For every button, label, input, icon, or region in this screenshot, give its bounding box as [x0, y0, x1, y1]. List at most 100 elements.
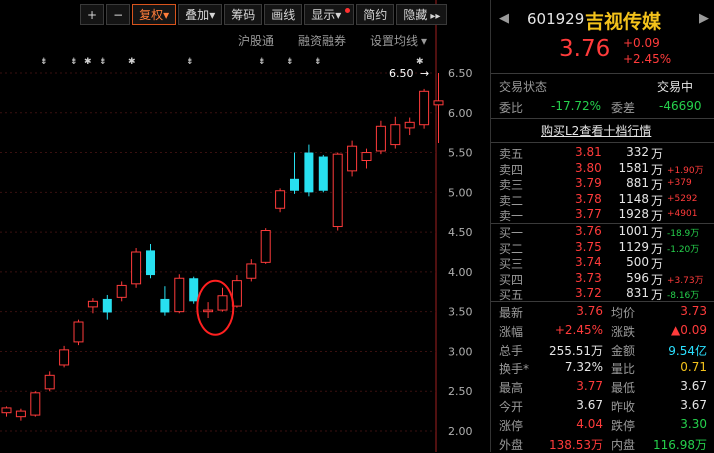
- candle-body: [304, 152, 314, 193]
- candle-body: [146, 250, 155, 276]
- prev-stock-icon[interactable]: ◀: [499, 11, 509, 26]
- ask-row[interactable]: 卖五 3.81 332 万: [491, 145, 714, 161]
- event-marker-icon: ⇟: [186, 57, 194, 67]
- trade-status-row: 交易状态 交易中: [491, 78, 714, 94]
- candle-body: [160, 298, 170, 313]
- ask-price: 3.81: [575, 145, 602, 159]
- y-tick-label: 5.00: [448, 186, 473, 199]
- bid-row[interactable]: 买一 3.76 1001 万 -18.9万: [491, 224, 714, 240]
- candle-body: [73, 321, 84, 343]
- ask-row[interactable]: 卖四 3.80 1581 万 +1.90万: [491, 161, 714, 177]
- ask-volume-unit: 万: [651, 162, 664, 177]
- stat-label: 外盘: [499, 437, 524, 452]
- stat-value: 3.67: [680, 379, 707, 394]
- zoom-in-button[interactable]: +: [80, 4, 105, 25]
- chevron-down-icon: ▾: [421, 34, 428, 48]
- stat-value: 7.32%: [564, 360, 603, 375]
- kline-chart-panel[interactable]: 6.50 6.00 5.50 5.00 4.50 4.00 3.50 3.00 2.50 2.00…: [0, 0, 489, 452]
- ma-settings-link[interactable]: 设置均线 ▾: [370, 32, 427, 49]
- draw-line-button[interactable]: 画线: [264, 4, 303, 25]
- candle-body: [361, 152, 372, 162]
- bid-price: 3.72: [575, 286, 602, 301]
- candle-body: [102, 298, 112, 313]
- stats-row: 最高 3.77 最低 3.67: [491, 379, 714, 395]
- bid-price: 3.73: [575, 270, 602, 285]
- ma-settings-label: 设置均线: [370, 34, 419, 48]
- hugutong-link[interactable]: 沪股通: [238, 32, 274, 49]
- ask-volume-unit: 万: [651, 193, 664, 208]
- ask-delta: +5292: [667, 193, 698, 204]
- fuquan-label: 复权: [139, 8, 164, 22]
- stat-label: 跌停: [611, 418, 636, 433]
- price-change: +0.09: [623, 36, 660, 50]
- y-tick-label: 5.50: [448, 147, 473, 160]
- stat-label: 涨停: [499, 418, 524, 433]
- y-tick-label: 6.00: [448, 107, 473, 120]
- stock-code: 601929: [527, 10, 585, 28]
- max-price-label: 6.50: [389, 67, 414, 80]
- zoom-out-button[interactable]: −: [106, 4, 131, 25]
- bid-row[interactable]: 买五 3.72 831 万 -8.16万: [491, 286, 714, 302]
- y-tick-label: 4.50: [448, 226, 473, 239]
- bid-row[interactable]: 买四 3.73 596 万 +3.73万: [491, 271, 714, 287]
- candle-body: [433, 100, 444, 106]
- buy-l2-link[interactable]: 购买L2查看十档行情: [541, 122, 651, 139]
- bid-level-label: 买一: [499, 226, 524, 240]
- ask-volume-unit: 万: [651, 178, 664, 193]
- stat-label: 量比: [611, 362, 636, 377]
- candle-body: [419, 90, 430, 126]
- stat-label: 涨幅: [499, 324, 524, 339]
- margin-trading-link[interactable]: 融资融券: [298, 32, 346, 49]
- divider: [491, 118, 714, 119]
- display-label: 显示: [311, 8, 336, 22]
- divider: [491, 142, 714, 143]
- price-change-pct: +2.45%: [623, 52, 672, 66]
- ask-level-label: 卖一: [499, 209, 524, 224]
- ask-price: 3.80: [575, 160, 602, 175]
- bid-row[interactable]: 买三 3.74 500 万: [491, 255, 714, 271]
- diejia-button[interactable]: 叠加▾: [178, 4, 223, 25]
- bid-level-label: 买四: [499, 272, 524, 287]
- fuquan-button[interactable]: 复权▾: [132, 4, 177, 25]
- stat-value: 3.73: [680, 304, 707, 318]
- candle-body: [246, 263, 257, 279]
- ask-row[interactable]: 卖三 3.79 881 万 +379: [491, 176, 714, 192]
- ask-level-label: 卖五: [499, 147, 524, 161]
- stat-value: ▲0.09: [671, 322, 707, 337]
- event-marker-icon: ⇟: [70, 57, 78, 67]
- stats-row: 外盘 138.53万 内盘 116.98万: [491, 436, 714, 452]
- bid-delta: +3.73万: [667, 275, 704, 286]
- bid-delta: -8.16万: [667, 291, 700, 302]
- stat-value: 255.51万: [549, 343, 603, 358]
- event-marker-icon: ⇟: [314, 57, 322, 67]
- stat-label: 金额: [611, 343, 636, 358]
- diejia-label: 叠加: [185, 8, 210, 22]
- hide-button[interactable]: 隐藏 ▸▸: [396, 4, 448, 25]
- next-stock-icon[interactable]: ▶: [699, 11, 709, 26]
- weicha-value: -46690: [659, 99, 702, 113]
- candlestick-chart[interactable]: 6.50 6.00 5.50 5.00 4.50 4.00 3.50 3.00 2.50 2.00…: [0, 0, 489, 452]
- ask-delta: +4901: [667, 209, 698, 220]
- chouma-button[interactable]: 筹码: [224, 4, 263, 25]
- ask-price: 3.77: [575, 207, 602, 222]
- ask-row[interactable]: 卖二 3.78 1148 万 +5292: [491, 192, 714, 208]
- y-tick-label: 2.50: [448, 385, 473, 398]
- candle-body: [30, 392, 41, 416]
- ask-level-label: 卖二: [499, 193, 524, 208]
- stat-value: 3.77: [576, 379, 603, 394]
- stat-value: 138.53万: [549, 437, 603, 452]
- ask-delta: +1.90万: [667, 165, 704, 176]
- candle-body: [390, 124, 401, 146]
- chevron-down-icon: ▾: [335, 8, 342, 22]
- quote-panel: ◀ 601929 吉视传媒 ▶ 3.76 +0.09 +2.45% 交易状态 交…: [490, 0, 714, 452]
- candle-body: [217, 295, 228, 311]
- chart-toolbar: + − 复权▾ 叠加▾ 筹码 画线 显示▾ 简约 隐藏 ▸▸: [80, 4, 448, 26]
- candle-body: [87, 300, 98, 308]
- quote-price-block: 3.76 +0.09 +2.45%: [491, 36, 714, 70]
- simple-mode-button[interactable]: 简约: [356, 4, 395, 25]
- ask-volume: 332: [626, 145, 649, 159]
- ask-row[interactable]: 卖一 3.77 1928 万 +4901: [491, 207, 714, 223]
- bid-row[interactable]: 买二 3.75 1129 万 -1.20万: [491, 240, 714, 256]
- weibi-value: -17.72%: [551, 99, 602, 113]
- display-button[interactable]: 显示▾: [304, 4, 355, 25]
